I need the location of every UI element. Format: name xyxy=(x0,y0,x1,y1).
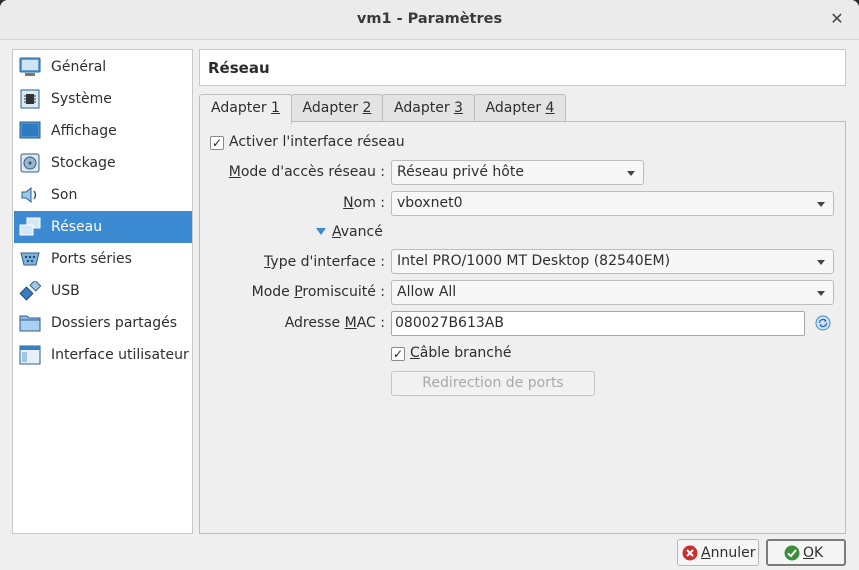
tab-adapter-4[interactable]: Adapter 4 xyxy=(474,94,566,122)
serial-port-icon xyxy=(19,248,41,270)
adapter-type-select[interactable]: Intel PRO/1000 MT Desktop (82540EM) xyxy=(391,249,834,274)
adapter-type-label: Type d'interface : xyxy=(264,254,385,270)
tab-mnemonic: 3 xyxy=(454,100,463,116)
sidebar-item-label: Stockage xyxy=(51,155,116,171)
attached-to-select[interactable]: Réseau privé hôte xyxy=(391,160,644,185)
enable-adapter-label: Activer l'interface réseau xyxy=(229,134,405,150)
name-select[interactable]: vboxnet0 xyxy=(391,191,834,216)
mac-address-field[interactable]: 080027B613AB xyxy=(391,311,805,336)
sidebar-item-label: Réseau xyxy=(51,219,103,235)
sidebar-item-system[interactable]: Système xyxy=(14,83,192,115)
folder-icon xyxy=(19,312,41,334)
sidebar-item-label: USB xyxy=(51,283,80,299)
cancel-label: nnuler xyxy=(710,544,756,561)
disk-icon xyxy=(19,152,41,174)
promiscuous-mode-value: Allow All xyxy=(397,284,457,300)
close-icon[interactable]: ✕ xyxy=(829,11,845,27)
refresh-mac-icon[interactable] xyxy=(815,315,831,331)
cancel-mnemonic: A xyxy=(701,544,711,561)
chevron-down-icon xyxy=(627,171,635,176)
cancel-button[interactable]: Annuler xyxy=(677,539,759,566)
chevron-down-icon xyxy=(817,260,825,265)
sidebar-item-user-interface[interactable]: Interface utilisateur xyxy=(14,339,192,371)
sidebar-item-general[interactable]: Général xyxy=(14,51,192,83)
sidebar-item-label: Son xyxy=(51,187,78,203)
sidebar-item-label: Interface utilisateur xyxy=(51,347,189,363)
sidebar-item-audio[interactable]: Son xyxy=(14,179,192,211)
advanced-toggle[interactable]: Avancé xyxy=(332,224,383,240)
cable-connected-label: Câble branché xyxy=(410,345,512,361)
promiscuous-mode-select[interactable]: Allow All xyxy=(391,280,834,305)
attached-to-value: Réseau privé hôte xyxy=(397,164,524,180)
promiscuous-mode-label: Mode Promiscuité : xyxy=(251,284,385,300)
tab-adapter-3[interactable]: Adapter 3 xyxy=(382,94,475,122)
settings-sidebar: Général Système Affichage Stockage Son R… xyxy=(12,49,193,534)
speaker-icon xyxy=(19,184,41,206)
ok-label: K xyxy=(814,544,824,561)
enable-adapter-checkbox[interactable]: ✓ xyxy=(210,136,224,150)
sidebar-item-usb[interactable]: USB xyxy=(14,275,192,307)
mac-address-label: Adresse MAC : xyxy=(284,315,385,331)
name-value: vboxnet0 xyxy=(397,195,463,211)
display-icon xyxy=(19,120,41,142)
page-title: Réseau xyxy=(208,59,270,77)
sidebar-item-label: Général xyxy=(51,59,107,75)
cable-connected-checkbox[interactable]: ✓ xyxy=(391,347,405,361)
tab-label: Adapter xyxy=(485,100,546,116)
sidebar-item-label: Dossiers partagés xyxy=(51,315,178,331)
sidebar-item-label: Ports séries xyxy=(51,251,132,267)
name-label: Nom : xyxy=(343,195,385,211)
attached-to-label: Mode d'accès réseau : xyxy=(228,164,385,180)
settings-window: vm1 - Paramètres ✕ Général Système Affic… xyxy=(0,0,859,570)
tab-label: Adapter xyxy=(211,100,272,116)
sidebar-item-label: Affichage xyxy=(51,123,117,139)
tab-mnemonic: 1 xyxy=(271,100,280,116)
expand-triangle-icon[interactable] xyxy=(316,228,326,235)
tab-mnemonic: 2 xyxy=(362,100,372,116)
usb-icon xyxy=(19,280,41,302)
adapter-type-value: Intel PRO/1000 MT Desktop (82540EM) xyxy=(397,253,671,269)
ok-mnemonic: O xyxy=(803,544,815,561)
window-title: vm1 - Paramètres xyxy=(356,11,503,27)
section-header: Réseau xyxy=(199,49,846,86)
title-bar[interactable]: vm1 - Paramètres ✕ xyxy=(0,0,859,40)
sidebar-item-label: Système xyxy=(51,91,112,107)
sidebar-item-storage[interactable]: Stockage xyxy=(14,147,192,179)
sidebar-item-display[interactable]: Affichage xyxy=(14,115,192,147)
tab-adapter-2[interactable]: Adapter 2 xyxy=(291,94,383,122)
sidebar-item-network[interactable]: Réseau xyxy=(14,211,192,243)
chip-icon xyxy=(19,88,41,110)
sidebar-item-serial-ports[interactable]: Ports séries xyxy=(14,243,192,275)
port-forwarding-button[interactable]: Redirection de ports xyxy=(391,371,595,396)
chevron-down-icon xyxy=(817,202,825,207)
network-icon xyxy=(19,216,41,238)
tab-adapter-1[interactable]: Adapter 1 xyxy=(199,94,292,124)
ok-button[interactable]: OK xyxy=(766,539,846,566)
window-icon xyxy=(19,344,41,366)
sidebar-item-shared-folders[interactable]: Dossiers partagés xyxy=(14,307,192,339)
monitor-icon xyxy=(19,56,41,78)
tab-label: Adapter xyxy=(394,100,455,116)
cancel-icon xyxy=(682,545,698,561)
ok-icon xyxy=(784,545,800,561)
tab-mnemonic: 4 xyxy=(545,100,555,116)
tab-label: Adapter xyxy=(302,100,363,116)
chevron-down-icon xyxy=(817,291,825,296)
